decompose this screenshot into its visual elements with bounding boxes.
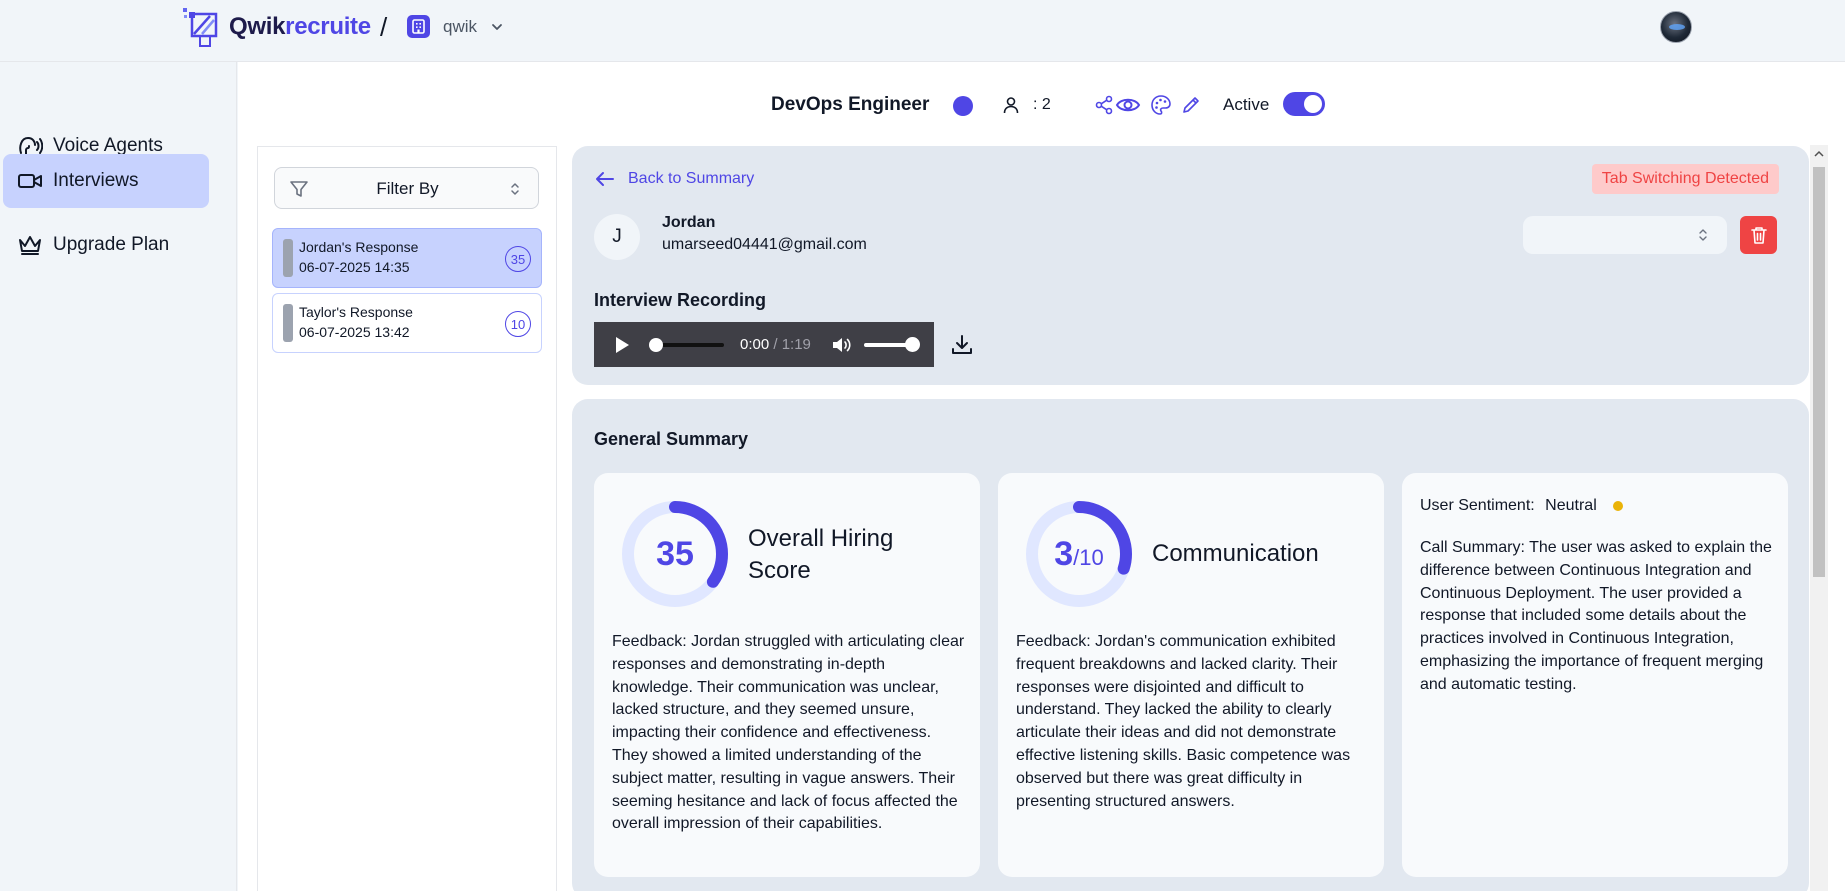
sidebar: Voice Agents Interviews Upgrade Plan: [0, 62, 237, 891]
general-summary-section: General Summary 35 Overall Hiring Score …: [572, 399, 1809, 891]
crown-icon: [19, 236, 41, 255]
response-date: 06-07-2025 13:42: [299, 324, 410, 340]
back-label: Back to Summary: [628, 170, 755, 187]
response-item[interactable]: Taylor's Response 06-07-2025 13:42 10: [272, 293, 542, 353]
response-date: 06-07-2025 14:35: [299, 259, 410, 275]
response-indicator: [283, 304, 293, 342]
job-color-dot: [953, 96, 973, 116]
tab-switching-badge: Tab Switching Detected: [1591, 164, 1779, 194]
volume-slider-handle[interactable]: [905, 337, 920, 352]
sentiment-indicator-dot: [1613, 500, 1624, 511]
communication-score-number: 3: [1054, 534, 1074, 573]
scrollbar-thumb[interactable]: [1813, 167, 1825, 577]
sidebar-item-label: Upgrade Plan: [53, 234, 170, 255]
call-summary: Call Summary: The user was asked to expl…: [1420, 539, 1772, 693]
chevron-down-icon[interactable]: [490, 20, 504, 34]
audio-time: 0:00 / 1:19: [740, 336, 811, 353]
chevron-up-down-icon: [1699, 229, 1707, 241]
breadcrumb-separator: /: [380, 12, 388, 42]
palette-icon[interactable]: [1150, 94, 1172, 116]
trash-icon: [1750, 227, 1767, 244]
pencil-icon[interactable]: [1180, 94, 1202, 116]
share-icon[interactable]: [1093, 94, 1115, 116]
sentiment-card: User Sentiment: Neutral Call Summary: Th…: [1402, 473, 1788, 877]
brand-part-2: recruite: [285, 13, 371, 40]
play-icon[interactable]: [614, 336, 630, 354]
main-content: DevOps Engineer : 2 Active Filter By Jor…: [238, 62, 1845, 891]
active-toggle[interactable]: [1283, 92, 1325, 116]
arrow-left-icon: [596, 172, 614, 186]
hiring-score-value: 35: [618, 497, 732, 611]
hiring-score-number: 35: [656, 534, 694, 573]
org-switcher-name[interactable]: qwik: [443, 17, 477, 37]
audio-progress-track[interactable]: [654, 343, 724, 347]
response-indicator: [283, 239, 293, 277]
communication-card: 3/10 Communication Feedback: Jordan's co…: [998, 473, 1384, 877]
job-title: DevOps Engineer: [771, 94, 930, 115]
brand-name[interactable]: Qwikrecruite: [229, 13, 371, 41]
communication-title: Communication: [1152, 540, 1319, 567]
recording-title: Interview Recording: [594, 290, 767, 310]
filter-label: Filter By: [376, 179, 439, 198]
communication-feedback: Feedback: Jordan's communication exhibit…: [1016, 633, 1351, 810]
sidebar-item-label: Interviews: [53, 170, 139, 191]
filter-dropdown[interactable]: Filter By: [274, 167, 539, 209]
user-avatar[interactable]: [1660, 11, 1692, 43]
sentiment-value: Neutral: [1545, 497, 1597, 514]
response-score-badge: 10: [505, 311, 531, 337]
audio-player: 0:00 / 1:19: [594, 322, 934, 367]
active-label: Active: [1223, 95, 1270, 114]
top-bar: Qwikrecruite / qwik: [0, 0, 1845, 62]
candidate-detail-card: Back to Summary Tab Switching Detected J…: [572, 146, 1809, 385]
volume-icon[interactable]: [830, 334, 852, 356]
delete-response-button[interactable]: [1740, 216, 1777, 254]
response-item[interactable]: Jordan's Response 06-07-2025 14:35 35: [272, 228, 542, 288]
candidate-email: umarseed04441@gmail.com: [662, 236, 867, 253]
sidebar-item-interviews[interactable]: Interviews: [3, 154, 209, 208]
scroll-up-arrow-icon[interactable]: [1814, 149, 1824, 159]
response-score-badge: 35: [505, 246, 531, 272]
back-to-summary-link[interactable]: Back to Summary: [594, 168, 754, 190]
user-sentiment: User Sentiment: Neutral: [1420, 497, 1624, 515]
chevron-up-down-icon: [511, 183, 519, 195]
download-icon[interactable]: [950, 333, 974, 357]
brand-part-1: Qwik: [229, 13, 286, 40]
audio-duration: / 1:19: [773, 336, 811, 353]
communication-score-max: /10: [1073, 545, 1104, 570]
job-header: DevOps Engineer : 2 Active: [238, 90, 1845, 120]
person-icon: [1003, 97, 1019, 114]
response-name: Taylor's Response: [299, 304, 413, 320]
audio-current-time: 0:00: [740, 336, 770, 353]
hiring-score-card: 35 Overall Hiring Score Feedback: Jordan…: [594, 473, 980, 877]
hiring-score-title: Overall Hiring Score: [748, 525, 894, 584]
building-icon[interactable]: [407, 15, 430, 38]
hiring-feedback: Feedback: Jordan struggled with articula…: [612, 633, 965, 833]
sentiment-label: User Sentiment:: [1420, 497, 1535, 514]
response-name: Jordan's Response: [299, 239, 419, 255]
page-scrollbar[interactable]: [1810, 145, 1828, 891]
video-icon: [18, 174, 42, 188]
qwikrecruite-logo-icon[interactable]: [180, 6, 224, 48]
eye-icon[interactable]: [1115, 94, 1141, 116]
audio-progress-handle[interactable]: [649, 338, 663, 352]
candidate-status-select[interactable]: [1523, 216, 1727, 254]
candidate-avatar: J: [594, 214, 640, 260]
communication-score-value: 3/10: [1022, 497, 1136, 611]
summary-title: General Summary: [594, 429, 749, 449]
responses-panel: Filter By Jordan's Response 06-07-2025 1…: [257, 146, 557, 891]
candidate-name: Jordan: [662, 214, 716, 231]
sidebar-item-upgrade-plan[interactable]: Upgrade Plan: [3, 218, 209, 272]
candidates-count: : 2: [1033, 96, 1051, 113]
